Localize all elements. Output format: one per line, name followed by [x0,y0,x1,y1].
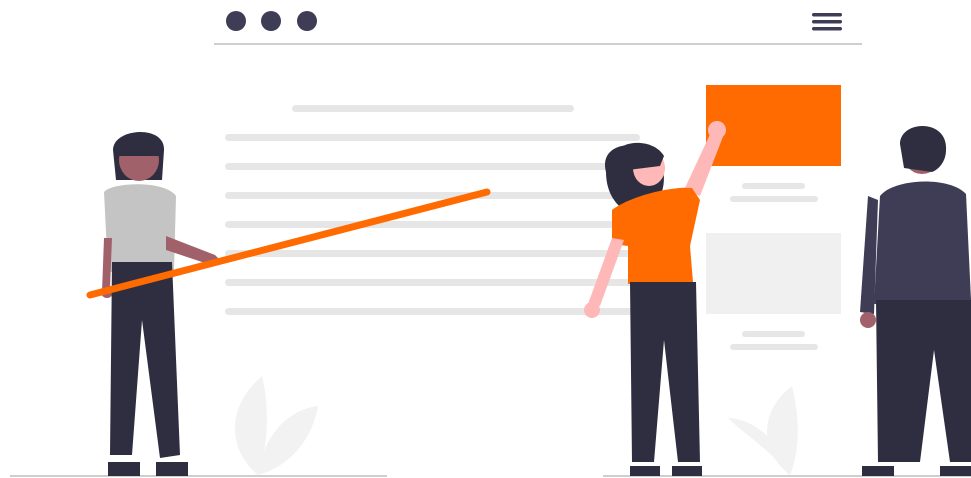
window-chrome [214,11,862,45]
text-line-placeholder [225,192,640,199]
reaching-person [584,121,726,476]
window-dot-1 [226,11,246,31]
image-placeholder-card [706,233,841,314]
caption-placeholder [730,344,818,350]
heading-placeholder [292,105,574,112]
plant-right [728,386,798,475]
presentation-illustration [10,11,971,477]
caption-placeholder [730,196,818,202]
text-line-placeholder [225,279,640,286]
plant-left [234,376,318,475]
presenter-person [101,131,222,476]
highlighted-card [706,85,841,166]
window-dot-3 [297,11,317,31]
hamburger-menu-icon[interactable] [812,13,842,31]
observer-person [860,125,971,476]
text-line-placeholder [225,221,640,228]
header-divider [214,43,862,45]
caption-placeholder [742,183,805,189]
side-cards [706,85,841,350]
text-line-placeholder [225,308,640,315]
text-line-placeholder [225,163,640,170]
window-dot-2 [261,11,281,31]
text-line-placeholder [225,250,640,257]
text-placeholder-block [225,105,640,315]
caption-placeholder [742,331,805,337]
ground-line-left [10,475,387,477]
text-line-placeholder [225,134,640,141]
